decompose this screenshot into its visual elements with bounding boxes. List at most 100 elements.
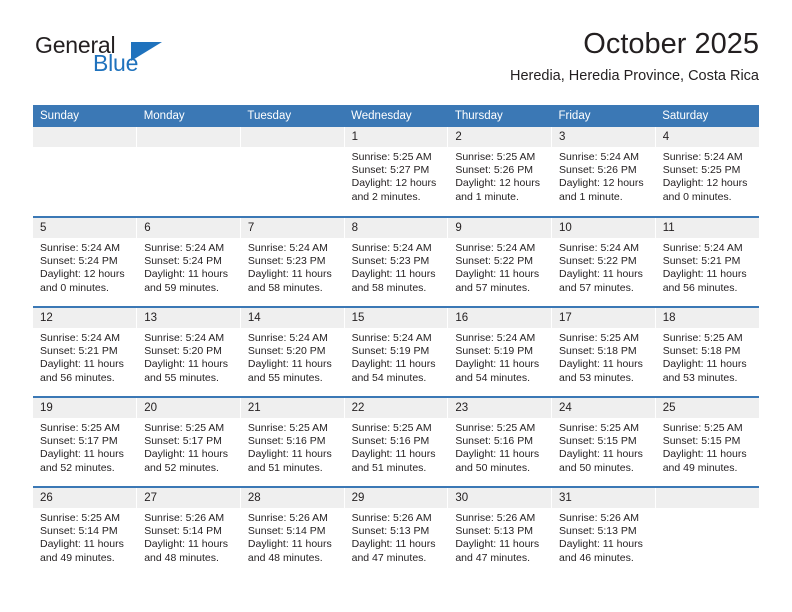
calendar-day-cell[interactable]: 30 Sunrise: 5:26 AM Sunset: 5:13 PM Dayligh… — [447, 486, 553, 577]
calendar-day-cell[interactable]: 5 Sunrise: 5:24 AM Sunset: 5:24 PM Daylight… — [33, 216, 138, 307]
daylight-duration-line1: Daylight: 11 hours — [247, 448, 332, 461]
daylight-duration-line2: and 52 minutes. — [40, 461, 115, 474]
calendar-day-cell[interactable]: 12 Sunrise: 5:24 AM Sunset: 5:21 PM Dayligh… — [33, 306, 138, 397]
calendar-day-cell[interactable]: 28 Sunrise: 5:26 AM Sunset: 5:14 PM Dayligh… — [240, 486, 345, 577]
daylight-duration-line2: and 49 minutes. — [662, 461, 738, 474]
daylight-duration-line1: Daylight: 11 hours — [351, 538, 436, 551]
calendar-day-cell[interactable]: 26 Sunrise: 5:25 AM Sunset: 5:14 PM Dayligh… — [33, 486, 138, 577]
calendar-day-cell[interactable]: 13 Sunrise: 5:24 AM Sunset: 5:20 PM Dayligh… — [136, 306, 241, 397]
calendar-day-cell[interactable]: 1 Sunrise: 5:25 AM Sunset: 5:27 PM Daylight… — [344, 127, 449, 217]
calendar-day-cell[interactable]: 21 Sunrise: 5:25 AM Sunset: 5:16 PM Dayligh… — [240, 396, 345, 487]
day-cell-inner: 19 Sunrise: 5:25 AM Sunset: 5:17 PM Dayligh… — [33, 398, 137, 486]
calendar-day-cell[interactable]: 7 Sunrise: 5:24 AM Sunset: 5:23 PM Daylight… — [240, 216, 345, 307]
calendar-day-cell[interactable]: 31 Sunrise: 5:26 AM Sunset: 5:13 PM Dayligh… — [551, 486, 656, 577]
day-number: 25 — [655, 398, 759, 418]
day-cell-inner: 24 Sunrise: 5:25 AM Sunset: 5:15 PM Dayligh… — [552, 398, 655, 486]
calendar-day-cell[interactable]: 23 Sunrise: 5:25 AM Sunset: 5:16 PM Dayligh… — [447, 396, 553, 487]
sunset-time: Sunset: 5:14 PM — [247, 525, 326, 538]
daylight-duration-line2: and 56 minutes. — [40, 371, 115, 384]
calendar-day-cell[interactable]: 17 Sunrise: 5:25 AM Sunset: 5:18 PM Dayligh… — [551, 306, 656, 397]
calendar-day-cell[interactable]: 25 Sunrise: 5:25 AM Sunset: 5:15 PM Dayligh… — [655, 396, 759, 487]
day-number: 19 — [33, 398, 137, 418]
calendar-body: 1 Sunrise: 5:25 AM Sunset: 5:27 PM Daylight… — [33, 127, 759, 577]
calendar-day-cell[interactable]: 16 Sunrise: 5:24 AM Sunset: 5:19 PM Dayligh… — [447, 306, 553, 397]
day-details: Sunrise: 5:25 AM Sunset: 5:27 PM Daylight:… — [345, 147, 448, 204]
sunrise-time: Sunrise: 5:25 AM — [455, 151, 536, 163]
weekday-header-friday: Friday — [551, 105, 656, 127]
sunrise-time: Sunrise: 5:26 AM — [455, 512, 536, 524]
daylight-duration-line1: Daylight: 11 hours — [662, 268, 747, 281]
day-cell-inner — [240, 127, 344, 216]
calendar-day-cell[interactable]: 29 Sunrise: 5:26 AM Sunset: 5:13 PM Dayligh… — [344, 486, 449, 577]
day-cell-inner — [33, 127, 137, 216]
daylight-duration-line1: Daylight: 11 hours — [40, 538, 124, 551]
generalblue-logo[interactable]: General Blue — [33, 32, 233, 88]
day-cell-inner: 26 Sunrise: 5:25 AM Sunset: 5:14 PM Dayligh… — [33, 488, 137, 577]
day-details: Sunrise: 5:24 AM Sunset: 5:20 PM Daylight:… — [241, 328, 344, 385]
calendar-week-row: 5 Sunrise: 5:24 AM Sunset: 5:24 PM Daylight… — [33, 216, 759, 307]
calendar-day-cell[interactable]: 15 Sunrise: 5:24 AM Sunset: 5:19 PM Dayligh… — [344, 306, 449, 397]
day-number: 6 — [137, 218, 240, 238]
calendar-day-cell[interactable]: 3 Sunrise: 5:24 AM Sunset: 5:26 PM Daylight… — [551, 127, 656, 217]
calendar-day-cell[interactable]: 18 Sunrise: 5:25 AM Sunset: 5:18 PM Dayligh… — [655, 306, 759, 397]
day-details: Sunrise: 5:24 AM Sunset: 5:24 PM Daylight:… — [33, 238, 136, 295]
sunrise-time: Sunrise: 5:24 AM — [247, 242, 328, 254]
daylight-duration-line2: and 54 minutes. — [351, 371, 427, 384]
day-cell-inner: 17 Sunrise: 5:25 AM Sunset: 5:18 PM Dayligh… — [552, 308, 655, 396]
sunset-time: Sunset: 5:14 PM — [40, 525, 118, 538]
calendar-day-cell[interactable]: 14 Sunrise: 5:24 AM Sunset: 5:20 PM Dayligh… — [240, 306, 345, 397]
calendar-day-cell[interactable]: 10 Sunrise: 5:24 AM Sunset: 5:22 PM Dayligh… — [551, 216, 656, 307]
sunrise-time: Sunrise: 5:26 AM — [351, 512, 432, 524]
calendar-day-cell[interactable]: 11 Sunrise: 5:24 AM Sunset: 5:21 PM Dayligh… — [655, 216, 759, 307]
day-details: Sunrise: 5:25 AM Sunset: 5:17 PM Daylight:… — [33, 418, 136, 475]
calendar-day-cell[interactable]: 22 Sunrise: 5:25 AM Sunset: 5:16 PM Dayligh… — [344, 396, 449, 487]
day-number: 14 — [240, 308, 344, 328]
day-cell-inner: 6 Sunrise: 5:24 AM Sunset: 5:24 PM Daylight… — [137, 218, 240, 306]
daylight-duration-line1: Daylight: 11 hours — [559, 268, 643, 281]
day-number: 29 — [344, 488, 448, 508]
calendar-day-cell-empty — [33, 127, 138, 217]
sunrise-time: Sunrise: 5:24 AM — [351, 242, 432, 254]
title-block: October 2025 Heredia, Heredia Province, … — [510, 26, 759, 86]
daylight-duration-line2: and 57 minutes. — [559, 281, 634, 294]
sunset-time: Sunset: 5:24 PM — [40, 255, 118, 268]
daylight-duration-line1: Daylight: 12 hours — [559, 177, 644, 190]
calendar-day-cell[interactable]: 19 Sunrise: 5:25 AM Sunset: 5:17 PM Dayligh… — [33, 396, 138, 487]
day-number: 15 — [344, 308, 448, 328]
sunrise-time: Sunrise: 5:25 AM — [351, 151, 432, 163]
calendar-day-cell[interactable]: 27 Sunrise: 5:26 AM Sunset: 5:14 PM Dayligh… — [136, 486, 241, 577]
daylight-duration-line1: Daylight: 11 hours — [144, 448, 229, 461]
day-details: Sunrise: 5:24 AM Sunset: 5:26 PM Daylight:… — [552, 147, 655, 204]
day-details: Sunrise: 5:24 AM Sunset: 5:19 PM Daylight:… — [448, 328, 551, 385]
calendar-day-cell[interactable]: 9 Sunrise: 5:24 AM Sunset: 5:22 PM Daylight… — [447, 216, 553, 307]
daylight-duration-line2: and 54 minutes. — [455, 371, 531, 384]
sunrise-time: Sunrise: 5:24 AM — [144, 332, 225, 344]
daylight-duration-line2: and 51 minutes. — [351, 461, 427, 474]
calendar-day-cell[interactable]: 20 Sunrise: 5:25 AM Sunset: 5:17 PM Dayligh… — [136, 396, 241, 487]
calendar-day-cell[interactable]: 4 Sunrise: 5:24 AM Sunset: 5:25 PM Daylight… — [655, 127, 759, 217]
sunrise-time: Sunrise: 5:25 AM — [247, 422, 328, 434]
sunrise-time: Sunrise: 5:25 AM — [559, 332, 639, 344]
sunrise-time: Sunrise: 5:24 AM — [662, 242, 743, 254]
day-details: Sunrise: 5:25 AM Sunset: 5:16 PM Daylight:… — [345, 418, 448, 475]
calendar-day-cell[interactable]: 8 Sunrise: 5:24 AM Sunset: 5:23 PM Daylight… — [344, 216, 449, 307]
day-number: 13 — [137, 308, 240, 328]
day-cell-inner: 16 Sunrise: 5:24 AM Sunset: 5:19 PM Dayligh… — [448, 308, 552, 396]
daylight-duration-line1: Daylight: 11 hours — [559, 538, 643, 551]
calendar-day-cell[interactable]: 2 Sunrise: 5:25 AM Sunset: 5:26 PM Daylight… — [447, 127, 553, 217]
day-details: Sunrise: 5:25 AM Sunset: 5:18 PM Daylight:… — [656, 328, 759, 385]
daylight-duration-line2: and 55 minutes. — [247, 371, 323, 384]
calendar-day-cell-empty — [136, 127, 241, 217]
calendar-day-cell[interactable]: 6 Sunrise: 5:24 AM Sunset: 5:24 PM Daylight… — [136, 216, 241, 307]
daylight-duration-line1: Daylight: 12 hours — [662, 177, 748, 190]
day-cell-inner: 14 Sunrise: 5:24 AM Sunset: 5:20 PM Dayligh… — [240, 308, 344, 396]
day-number — [240, 127, 344, 147]
daylight-duration-line1: Daylight: 11 hours — [559, 448, 643, 461]
calendar-day-cell[interactable]: 24 Sunrise: 5:25 AM Sunset: 5:15 PM Dayligh… — [551, 396, 656, 487]
daylight-duration-line2: and 59 minutes. — [144, 281, 219, 294]
day-cell-inner: 27 Sunrise: 5:26 AM Sunset: 5:14 PM Dayligh… — [137, 488, 240, 577]
calendar-week-row: 1 Sunrise: 5:25 AM Sunset: 5:27 PM Daylight… — [33, 127, 759, 217]
daylight-duration-line2: and 0 minutes. — [40, 281, 109, 294]
day-number: 23 — [448, 398, 552, 418]
sunset-time: Sunset: 5:22 PM — [455, 255, 533, 268]
